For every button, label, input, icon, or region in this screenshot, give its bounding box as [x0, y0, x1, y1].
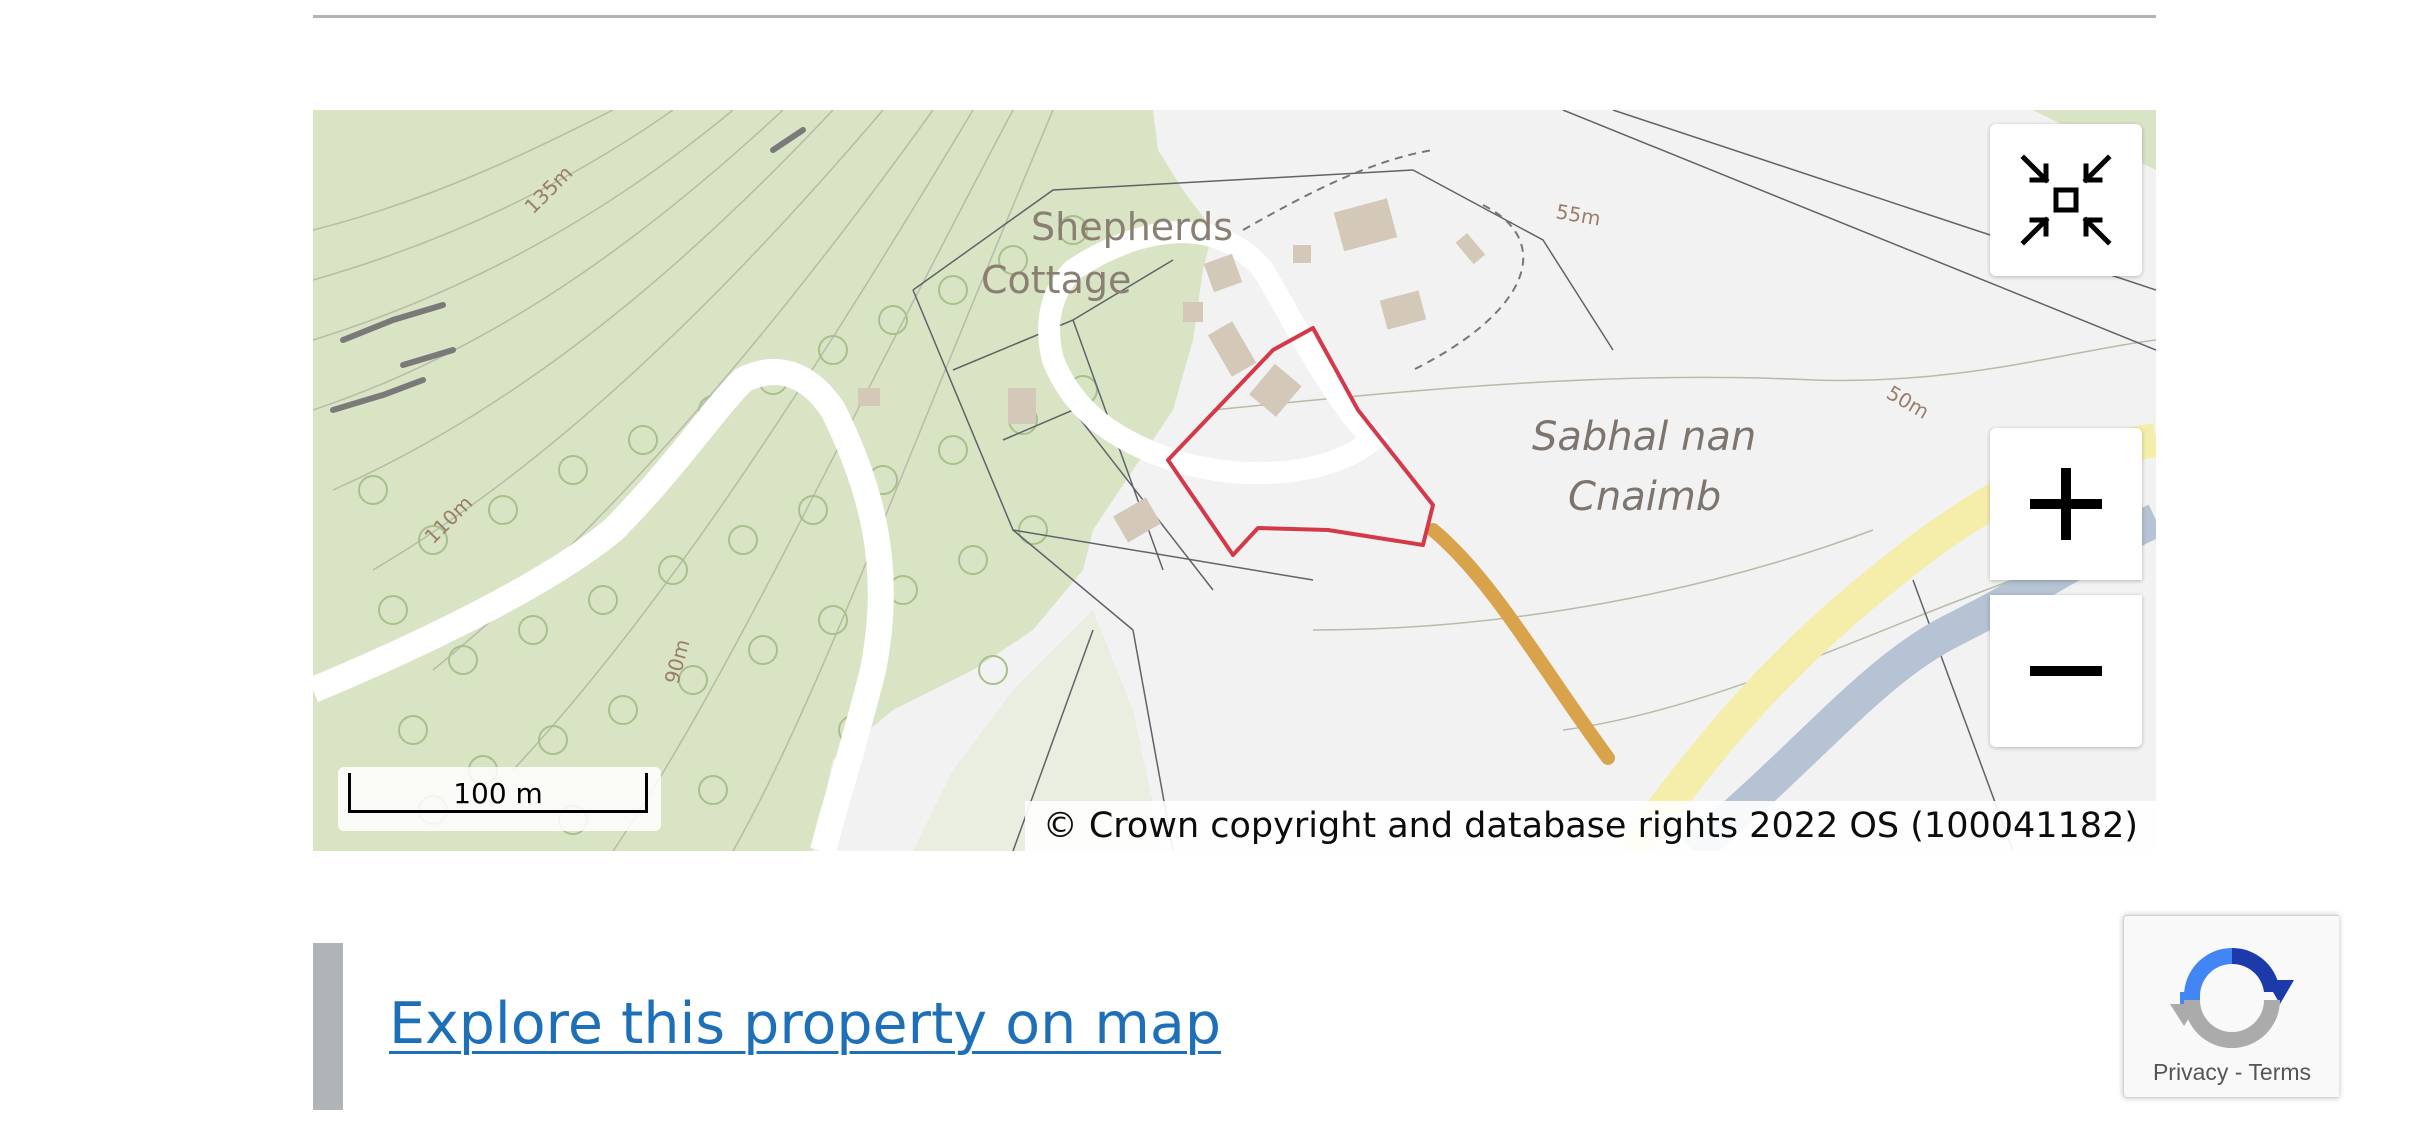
- callout-bar: [313, 943, 343, 1110]
- map-attribution: © Crown copyright and database rights 20…: [1024, 801, 2156, 851]
- section-divider: [313, 15, 2156, 18]
- scale-bar: 100 m: [338, 767, 661, 831]
- recaptcha-separator: -: [2234, 1059, 2249, 1085]
- place-name-shepherds: Shepherds: [1031, 205, 1233, 249]
- page: Shepherds Cottage Sabhal nan Cnaimb 135m…: [0, 0, 2436, 1125]
- place-name-cnaimb: Cnaimb: [1568, 474, 1721, 520]
- recaptcha-privacy-link[interactable]: Privacy: [2153, 1059, 2228, 1085]
- zoom-in-button[interactable]: [1990, 428, 2142, 580]
- recaptcha-terms-link[interactable]: Terms: [2248, 1059, 2311, 1085]
- plus-icon: [2030, 468, 2102, 540]
- recaptcha-badge[interactable]: Privacy - Terms: [2123, 915, 2339, 1098]
- collapse-arrows-icon: [2020, 154, 2112, 246]
- recaptcha-logo-icon: [2170, 947, 2294, 1048]
- explore-map-callout: Explore this property on map: [313, 943, 1513, 1110]
- place-name-sabhal: Sabhal nan: [1532, 414, 1756, 460]
- scale-label: 100 m: [453, 777, 543, 810]
- recaptcha-links: Privacy - Terms: [2124, 1059, 2340, 1086]
- explore-property-map-link[interactable]: Explore this property on map: [389, 991, 1221, 1057]
- property-map[interactable]: Shepherds Cottage Sabhal nan Cnaimb 135m…: [313, 110, 2156, 851]
- minus-icon: [2030, 666, 2102, 676]
- fit-to-boundary-button[interactable]: [1990, 124, 2142, 276]
- basemap[interactable]: Shepherds Cottage Sabhal nan Cnaimb 135m…: [313, 110, 2156, 851]
- place-name-cottage: Cottage: [981, 258, 1131, 302]
- zoom-out-button[interactable]: [1990, 595, 2142, 747]
